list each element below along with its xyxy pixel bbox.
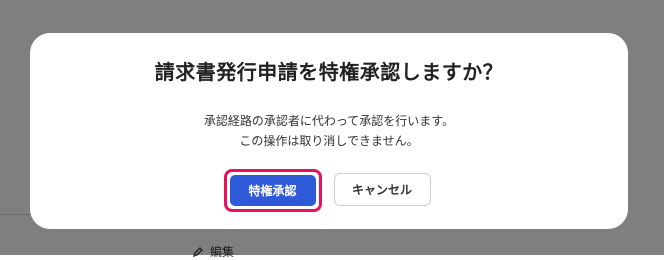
privileged-approve-button[interactable]: 特権承認 (229, 175, 316, 206)
focus-ring: 特権承認 (223, 169, 322, 212)
dialog-message-line: 承認経路の承認者に代わって承認を行います。 (203, 114, 455, 128)
dialog-title: 請求書発行申請を特権承認しますか？ (154, 60, 504, 84)
dialog-message: 承認経路の承認者に代わって承認を行います。 この操作は取り消しできません。 (30, 111, 628, 151)
dialog-actions: 特権承認 キャンセル (30, 169, 628, 212)
privileged-approval-dialog: 請求書発行申請を特権承認しますか？ 承認経路の承認者に代わって承認を行います。 … (30, 33, 628, 229)
dialog-message-line: この操作は取り消しできません。 (239, 134, 419, 148)
cancel-button[interactable]: キャンセル (333, 173, 431, 206)
